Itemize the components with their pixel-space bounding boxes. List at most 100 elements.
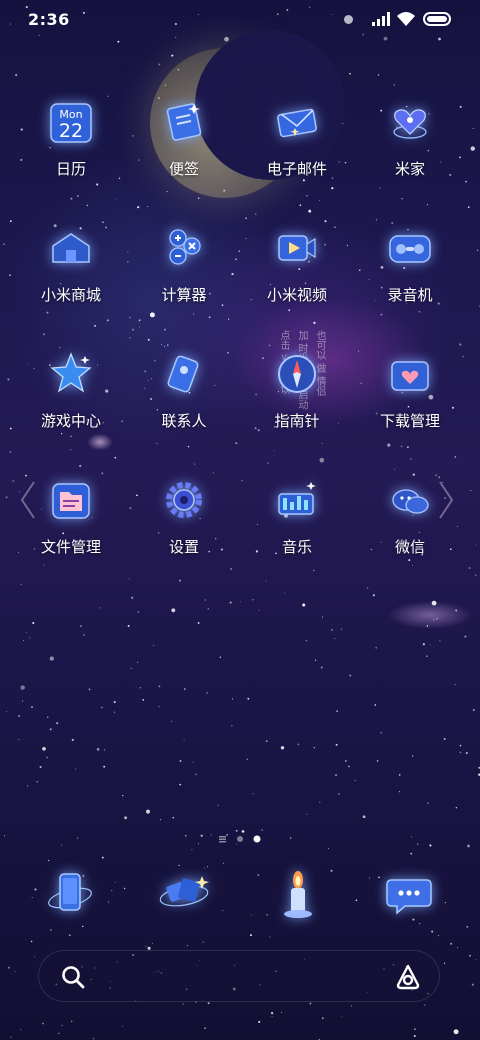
star	[433, 619, 435, 621]
app-label: 日历	[55, 160, 86, 178]
star	[297, 743, 300, 746]
star	[103, 765, 106, 768]
app-mijia[interactable]: 米家	[360, 98, 460, 208]
app-label: 指南针	[274, 412, 320, 430]
star	[368, 877, 371, 879]
page-dot-current[interactable]	[253, 835, 261, 843]
star	[42, 746, 46, 751]
notification-dot-icon	[344, 15, 353, 24]
app-label: 微信	[394, 538, 425, 556]
star	[475, 544, 477, 546]
star	[362, 815, 366, 819]
search-icon[interactable]	[60, 964, 86, 990]
star	[231, 698, 233, 700]
app-recorder[interactable]: 录音机	[360, 224, 460, 334]
star	[5, 496, 8, 499]
app-calendar[interactable]: Mon 22 日历	[21, 98, 121, 208]
star	[306, 813, 308, 815]
star	[107, 901, 110, 903]
mijia-icon	[393, 109, 427, 139]
star	[281, 1011, 283, 1013]
star	[336, 710, 338, 713]
star	[131, 596, 134, 599]
star	[222, 909, 224, 911]
dock-messages[interactable]	[381, 866, 437, 922]
star	[33, 956, 36, 958]
star	[456, 947, 458, 949]
star	[9, 274, 11, 276]
star	[130, 667, 132, 669]
star	[334, 637, 336, 640]
app-compass[interactable]: 指南针	[247, 350, 347, 460]
star	[410, 852, 413, 855]
page-dot-2[interactable]	[237, 836, 243, 842]
app-contacts[interactable]: 联系人	[134, 350, 234, 460]
status-bar: 2:36	[0, 0, 480, 40]
game-center-icon	[50, 352, 92, 393]
star	[268, 344, 271, 346]
star	[92, 1037, 95, 1040]
star	[7, 966, 10, 969]
star	[252, 599, 254, 601]
mi-store-icon	[52, 233, 90, 263]
star	[20, 1029, 22, 1031]
app-video[interactable]: 小米视频	[247, 224, 347, 334]
status-time: 2:36	[28, 10, 70, 29]
page-indicator-list[interactable]	[219, 836, 226, 843]
star	[267, 462, 269, 464]
star	[437, 935, 440, 937]
star	[271, 1015, 273, 1017]
themes-icon	[159, 876, 209, 907]
app-calculator[interactable]: 计算器	[134, 224, 234, 334]
star	[366, 587, 369, 589]
star	[71, 738, 74, 741]
phone-icon	[48, 873, 92, 911]
star	[9, 451, 12, 453]
star	[182, 1003, 184, 1005]
star	[235, 258, 237, 261]
file-manager-icon	[52, 483, 90, 519]
star	[239, 601, 241, 603]
star	[213, 472, 215, 474]
dock-themes[interactable]	[156, 866, 212, 922]
star	[184, 688, 186, 690]
star	[171, 720, 173, 722]
calendar-icon: Mon22	[50, 103, 92, 143]
app-email[interactable]: 电子邮件	[247, 98, 347, 208]
star	[235, 442, 238, 445]
app-mi-store[interactable]: 小米商城	[21, 224, 121, 334]
star	[171, 608, 176, 613]
star	[80, 625, 82, 627]
star	[145, 945, 147, 947]
assistant-icon[interactable]	[394, 963, 422, 991]
app-game-center[interactable]: 游戏中心	[21, 350, 121, 460]
star	[450, 942, 453, 945]
star	[431, 930, 434, 933]
star	[58, 1032, 60, 1035]
dock-phone[interactable]	[42, 866, 98, 922]
star	[431, 600, 437, 606]
star	[471, 983, 474, 986]
compass-icon	[278, 355, 316, 393]
search-bar[interactable]	[38, 950, 440, 1002]
star	[163, 345, 166, 348]
app-download-manager[interactable]: 下载管理	[360, 350, 460, 460]
recorder-icon	[389, 235, 431, 263]
app-settings[interactable]: 设置	[134, 476, 234, 586]
star	[284, 592, 286, 594]
app-label: 米家	[394, 160, 425, 178]
cellular-signal-icon	[372, 12, 390, 26]
star	[472, 127, 474, 129]
star	[3, 243, 5, 245]
app-music[interactable]: 音乐	[247, 476, 347, 586]
star	[335, 774, 338, 777]
star	[393, 84, 395, 86]
dock-candle[interactable]	[270, 866, 326, 922]
calendar-day: 22	[59, 120, 83, 142]
star	[142, 699, 145, 701]
star	[347, 765, 350, 768]
star	[179, 760, 182, 762]
app-notes[interactable]: 便签	[134, 98, 234, 208]
star	[319, 801, 321, 803]
star	[183, 738, 185, 741]
